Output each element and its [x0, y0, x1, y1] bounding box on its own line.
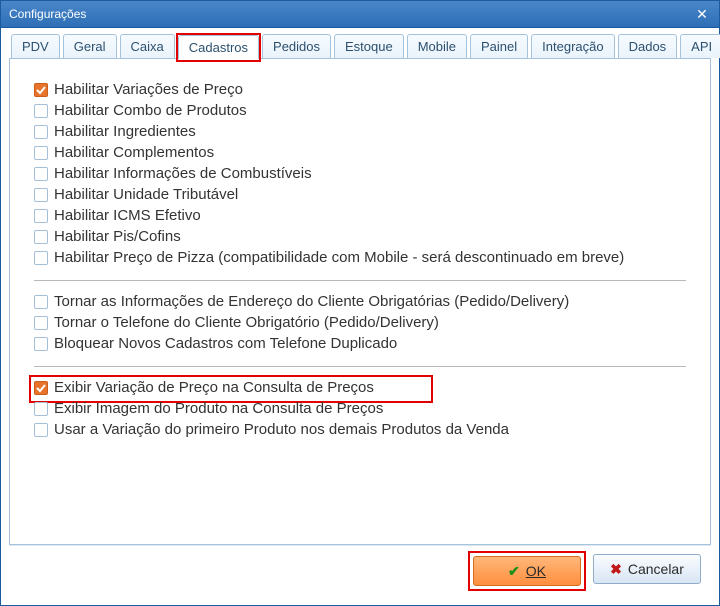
- tab-caixa[interactable]: Caixa: [120, 34, 175, 58]
- close-icon[interactable]: ✕: [691, 5, 713, 23]
- option-label: Habilitar Preço de Pizza (compatibilidad…: [54, 249, 624, 266]
- option-group: Exibir Variação de Preço na Consulta de …: [34, 375, 686, 442]
- checkbox[interactable]: [34, 125, 48, 139]
- tab-mobile[interactable]: Mobile: [407, 34, 467, 58]
- dialog-footer: ✔ OK ✖ Cancelar: [9, 545, 711, 597]
- tab-cadastros[interactable]: Cadastros: [178, 35, 259, 59]
- checkbox[interactable]: [34, 402, 48, 416]
- option-label: Habilitar Informações de Combustíveis: [54, 165, 312, 182]
- cancel-button-label: Cancelar: [628, 561, 684, 577]
- option-label: Bloquear Novos Cadastros com Telefone Du…: [54, 335, 397, 352]
- checkbox[interactable]: [34, 316, 48, 330]
- tab-pdv[interactable]: PDV: [11, 34, 60, 58]
- checkbox[interactable]: [34, 209, 48, 223]
- checkbox[interactable]: [34, 83, 48, 97]
- tabstrip: PDVGeralCaixaCadastrosPedidosEstoqueMobi…: [9, 34, 711, 59]
- option-label: Exibir Variação de Preço na Consulta de …: [54, 379, 374, 396]
- checkbox[interactable]: [34, 337, 48, 351]
- check-icon: ✔: [508, 563, 520, 580]
- option-group: Habilitar Variações de Preço Habilitar Co…: [34, 77, 686, 270]
- option-row: Habilitar Variações de Preço: [34, 79, 686, 100]
- checkbox[interactable]: [34, 167, 48, 181]
- option-label: Tornar o Telefone do Cliente Obrigatório…: [54, 314, 439, 331]
- option-row: Habilitar Ingredientes: [34, 121, 686, 142]
- option-label: Habilitar ICMS Efetivo: [54, 207, 201, 224]
- checkbox[interactable]: [34, 381, 48, 395]
- client-area: PDVGeralCaixaCadastrosPedidosEstoqueMobi…: [1, 28, 719, 605]
- checkbox[interactable]: [34, 146, 48, 160]
- checkbox[interactable]: [34, 230, 48, 244]
- option-row: Habilitar Combo de Produtos: [34, 100, 686, 121]
- option-label: Habilitar Ingredientes: [54, 123, 196, 140]
- x-icon: ✖: [610, 561, 622, 578]
- option-row: Habilitar Unidade Tributável: [34, 184, 686, 205]
- divider: [34, 366, 686, 367]
- window-title: Configurações: [9, 7, 691, 21]
- option-row: Habilitar Complementos: [34, 142, 686, 163]
- option-row: Tornar as Informações de Endereço do Cli…: [34, 291, 686, 312]
- tab-pedidos[interactable]: Pedidos: [262, 34, 331, 58]
- option-label: Habilitar Unidade Tributável: [54, 186, 238, 203]
- tab-panel-cadastros: Habilitar Variações de Preço Habilitar Co…: [9, 59, 711, 545]
- tab-painel[interactable]: Painel: [470, 34, 528, 58]
- option-row: Usar a Variação do primeiro Produto nos …: [34, 419, 686, 440]
- ok-button-label: OK: [526, 563, 546, 579]
- checkbox[interactable]: [34, 188, 48, 202]
- option-label: Exibir Imagem do Produto na Consulta de …: [54, 400, 383, 417]
- settings-dialog: Configurações ✕ PDVGeralCaixaCadastrosPe…: [0, 0, 720, 606]
- tab-integração[interactable]: Integração: [531, 34, 614, 58]
- ok-button-highlight: ✔ OK: [471, 554, 583, 588]
- tab-api[interactable]: API: [680, 34, 720, 58]
- checkbox[interactable]: [34, 104, 48, 118]
- option-row: Bloquear Novos Cadastros com Telefone Du…: [34, 333, 686, 354]
- tab-geral[interactable]: Geral: [63, 34, 117, 58]
- ok-button[interactable]: ✔ OK: [473, 556, 581, 586]
- option-row: Habilitar Pis/Cofins: [34, 226, 686, 247]
- option-row: Habilitar ICMS Efetivo: [34, 205, 686, 226]
- option-row: Habilitar Preço de Pizza (compatibilidad…: [34, 247, 686, 268]
- option-row: Exibir Variação de Preço na Consulta de …: [34, 377, 686, 398]
- option-label: Habilitar Combo de Produtos: [54, 102, 247, 119]
- option-label: Habilitar Variações de Preço: [54, 81, 243, 98]
- option-group: Tornar as Informações de Endereço do Cli…: [34, 289, 686, 356]
- tab-estoque[interactable]: Estoque: [334, 34, 404, 58]
- option-label: Usar a Variação do primeiro Produto nos …: [54, 421, 509, 438]
- option-row: Exibir Imagem do Produto na Consulta de …: [34, 398, 686, 419]
- checkbox[interactable]: [34, 295, 48, 309]
- option-label: Habilitar Pis/Cofins: [54, 228, 181, 245]
- checkbox[interactable]: [34, 251, 48, 265]
- option-row: Tornar o Telefone do Cliente Obrigatório…: [34, 312, 686, 333]
- option-row: Habilitar Informações de Combustíveis: [34, 163, 686, 184]
- option-label: Tornar as Informações de Endereço do Cli…: [54, 293, 569, 310]
- checkbox[interactable]: [34, 423, 48, 437]
- cancel-button[interactable]: ✖ Cancelar: [593, 554, 701, 584]
- divider: [34, 280, 686, 281]
- option-label: Habilitar Complementos: [54, 144, 214, 161]
- titlebar: Configurações ✕: [1, 1, 719, 28]
- tab-dados[interactable]: Dados: [618, 34, 678, 58]
